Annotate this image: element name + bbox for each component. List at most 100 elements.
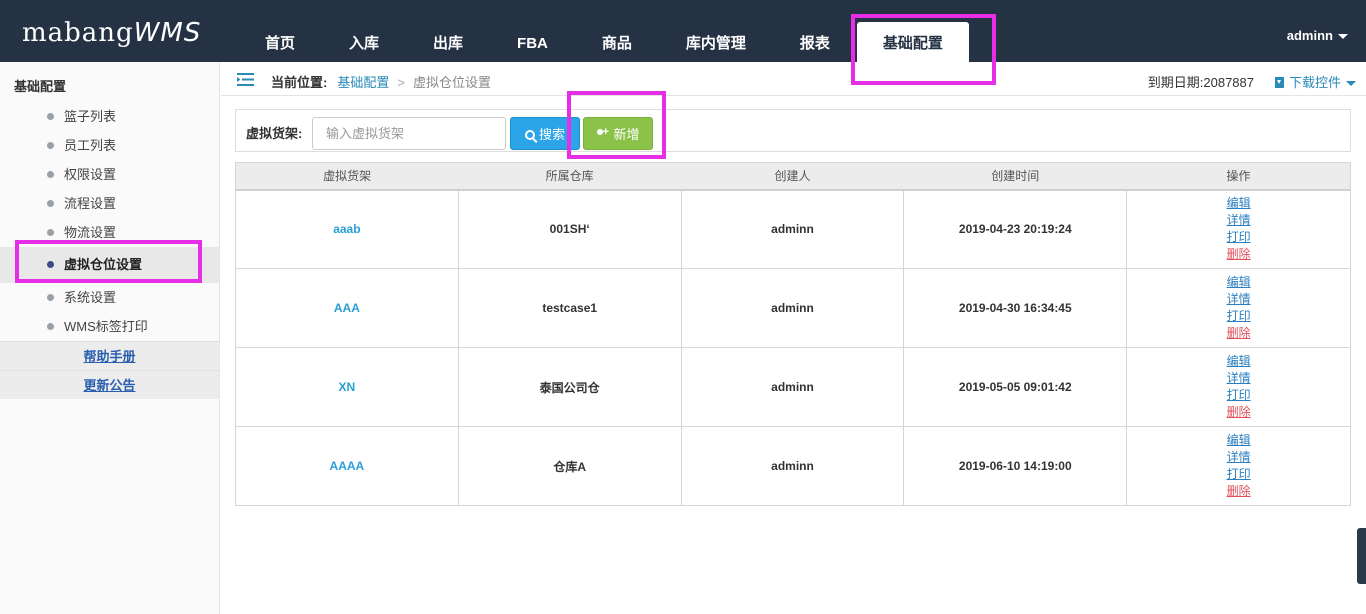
- sidebar-item-label: WMS标签打印: [64, 319, 148, 334]
- download-label: 下载控件: [1288, 75, 1341, 90]
- sidebar-item-staff-list[interactable]: 员工列表: [0, 131, 219, 160]
- logo-main-text: mabang: [22, 18, 134, 48]
- cell-shelf[interactable]: AAA: [235, 268, 459, 348]
- table-row: aaab 001SH‘ adminn 2019-04-23 20:19:24 编…: [235, 189, 1351, 269]
- cell-actions: 编辑 详情 打印 删除: [1126, 189, 1351, 269]
- nav-item-products[interactable]: 商品: [575, 22, 659, 62]
- edit-link[interactable]: 编辑: [1227, 274, 1251, 291]
- nav-item-basic-config[interactable]: 基础配置: [856, 22, 969, 62]
- cell-creator: adminn: [680, 347, 905, 427]
- detail-link[interactable]: 详情: [1227, 370, 1251, 387]
- sidebar-item-basket-list[interactable]: 篮子列表: [0, 102, 219, 131]
- side-scroll-handle[interactable]: [1357, 528, 1366, 584]
- detail-link[interactable]: 详情: [1227, 212, 1251, 229]
- virtual-shelf-input[interactable]: [312, 117, 506, 150]
- breadcrumb-label: 当前位置:: [271, 75, 328, 90]
- search-button-label: 搜索: [538, 127, 565, 142]
- expiry-date: 到期日期:2087887: [1147, 75, 1254, 90]
- nav-item-inbound[interactable]: 入库: [322, 22, 406, 62]
- breadcrumb-level2: 虚拟仓位设置: [412, 75, 491, 90]
- add-button[interactable]: 新增: [583, 117, 653, 150]
- sidebar-item-permissions[interactable]: 权限设置: [0, 160, 219, 189]
- user-name: adminn: [1286, 28, 1333, 43]
- col-header-actions: 操作: [1126, 162, 1351, 191]
- sidebar-item-label: 虚拟仓位设置: [64, 257, 143, 272]
- logo-suffix-text: WMS: [133, 18, 202, 48]
- cell-creator: adminn: [680, 189, 905, 269]
- help-manual-link[interactable]: 帮助手册: [0, 341, 219, 370]
- sidebar-item-logistics[interactable]: 物流设置: [0, 218, 219, 247]
- edit-link[interactable]: 编辑: [1227, 432, 1251, 449]
- sidebar-item-label: 系统设置: [64, 290, 117, 305]
- nav-item-warehouse-mgmt[interactable]: 库内管理: [659, 22, 773, 62]
- sidebar-item-label: 篮子列表: [64, 109, 117, 124]
- cell-shelf[interactable]: AAAA: [235, 426, 459, 506]
- bullet-icon: [47, 261, 54, 268]
- bullet-icon: [47, 200, 54, 207]
- search-panel: 虚拟货架: 搜索 新增: [235, 109, 1351, 152]
- logo[interactable]: mabangWMS: [22, 18, 201, 48]
- table-row: AAA testcase1 adminn 2019-04-30 16:34:45…: [235, 268, 1351, 348]
- print-link[interactable]: 打印: [1227, 308, 1251, 325]
- table-row: XN 泰国公司仓 adminn 2019-05-05 09:01:42 编辑 详…: [235, 347, 1351, 427]
- cell-actions: 编辑 详情 打印 删除: [1126, 426, 1351, 506]
- print-link[interactable]: 打印: [1227, 229, 1251, 246]
- breadcrumb: 当前位置: 基础配置 > 虚拟仓位设置: [271, 72, 491, 91]
- bullet-icon: [47, 142, 54, 149]
- delete-link[interactable]: 删除: [1227, 246, 1251, 263]
- sidebar-item-label: 员工列表: [64, 138, 117, 153]
- edit-link[interactable]: 编辑: [1227, 195, 1251, 212]
- sidebar: 基础配置 篮子列表 员工列表 权限设置 流程设置 物流设置 虚拟仓位设置 系统设…: [0, 62, 220, 614]
- col-header-created-time: 创建时间: [903, 162, 1127, 191]
- print-link[interactable]: 打印: [1227, 387, 1251, 404]
- sidebar-item-workflow[interactable]: 流程设置: [0, 189, 219, 218]
- search-button[interactable]: 搜索: [510, 117, 580, 150]
- col-header-shelf: 虚拟货架: [235, 162, 459, 191]
- main-nav: 首页 入库 出库 FBA 商品 库内管理 报表 基础配置: [238, 22, 969, 62]
- cell-shelf[interactable]: aaab: [235, 189, 459, 269]
- sidebar-item-system-settings[interactable]: 系统设置: [0, 283, 219, 312]
- top-bar: mabangWMS 首页 入库 出库 FBA 商品 库内管理 报表 基础配置 a…: [0, 0, 1366, 62]
- cell-created-time: 2019-06-10 14:19:00: [903, 426, 1128, 506]
- nav-item-fba[interactable]: FBA: [490, 22, 575, 62]
- table-header-row: 虚拟货架 所属仓库 创建人 创建时间 操作: [235, 162, 1351, 191]
- delete-link[interactable]: 删除: [1227, 404, 1251, 421]
- sidebar-title: 基础配置: [14, 79, 67, 94]
- cell-shelf[interactable]: XN: [235, 347, 459, 427]
- cell-actions: 编辑 详情 打印 删除: [1126, 268, 1351, 348]
- chevron-down-icon: [1346, 81, 1356, 87]
- nav-item-reports[interactable]: 报表: [773, 22, 857, 62]
- breadcrumb-level1[interactable]: 基础配置: [337, 75, 389, 90]
- cell-warehouse: 仓库A: [457, 426, 682, 506]
- bullet-icon: [47, 323, 54, 330]
- sidebar-item-wms-label-print[interactable]: WMS标签打印: [0, 312, 219, 341]
- cell-creator: adminn: [680, 268, 905, 348]
- user-plus-icon: [596, 126, 609, 140]
- print-link[interactable]: 打印: [1227, 466, 1251, 483]
- detail-link[interactable]: 详情: [1227, 449, 1251, 466]
- delete-link[interactable]: 删除: [1227, 325, 1251, 342]
- bullet-icon: [47, 171, 54, 178]
- download-control-button[interactable]: 下载控件: [1274, 72, 1356, 91]
- update-notice-link[interactable]: 更新公告: [0, 370, 219, 399]
- user-menu[interactable]: adminn: [1287, 28, 1348, 43]
- cell-warehouse: testcase1: [457, 268, 682, 348]
- nav-item-outbound[interactable]: 出库: [406, 22, 490, 62]
- cell-created-time: 2019-05-05 09:01:42: [903, 347, 1128, 427]
- delete-link[interactable]: 删除: [1227, 483, 1251, 500]
- detail-link[interactable]: 详情: [1227, 291, 1251, 308]
- nav-item-home[interactable]: 首页: [238, 22, 322, 62]
- sidebar-item-label: 权限设置: [64, 167, 117, 182]
- sidebar-item-label: 物流设置: [64, 225, 117, 240]
- edit-link[interactable]: 编辑: [1227, 353, 1251, 370]
- sidebar-item-virtual-location[interactable]: 虚拟仓位设置: [0, 247, 219, 283]
- sidebar-item-label: 流程设置: [64, 196, 117, 211]
- search-icon: [524, 130, 535, 140]
- cell-created-time: 2019-04-23 20:19:24: [903, 189, 1128, 269]
- virtual-shelf-table-wrap: 虚拟货架 所属仓库 创建人 创建时间 操作 aaab 001SH‘ adminn…: [235, 162, 1351, 506]
- cell-warehouse: 001SH‘: [457, 189, 682, 269]
- cell-actions: 编辑 详情 打印 删除: [1126, 347, 1351, 427]
- bullet-icon: [47, 229, 54, 236]
- breadcrumb-bar: 当前位置: 基础配置 > 虚拟仓位设置 到期日期:2087887 下载控件: [221, 62, 1366, 96]
- menu-indent-icon[interactable]: [237, 73, 254, 86]
